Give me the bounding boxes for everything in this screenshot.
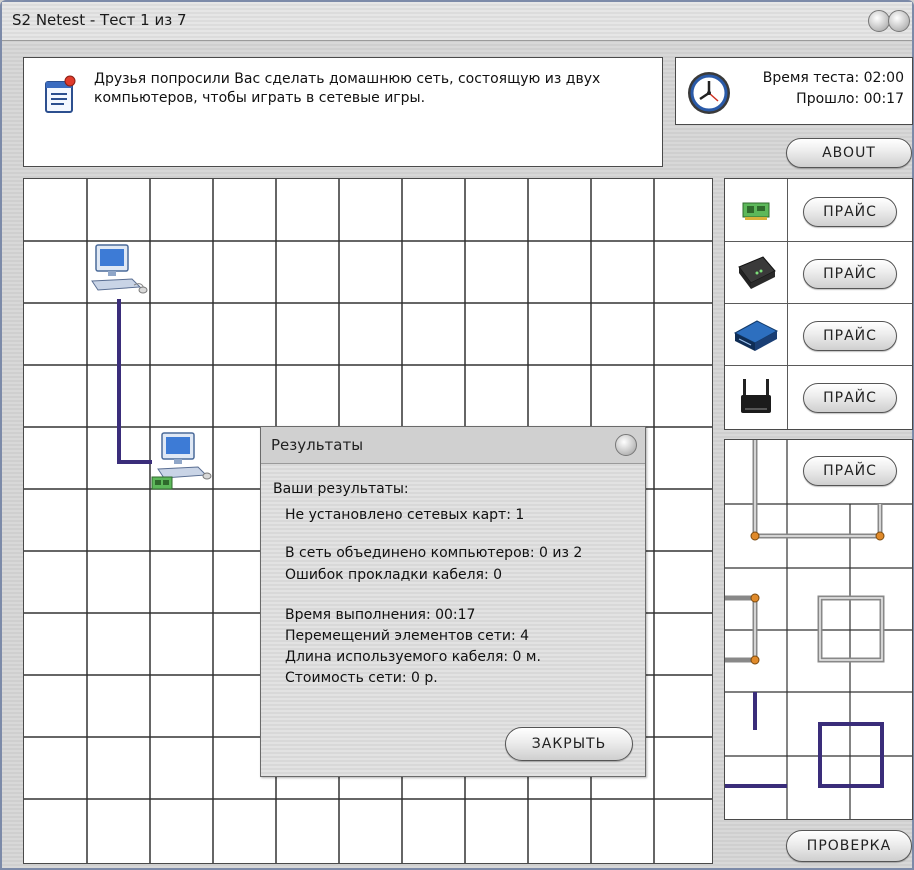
computer-2-icon[interactable] bbox=[148, 431, 212, 493]
panel-divider bbox=[787, 179, 788, 429]
switch-icon[interactable] bbox=[731, 315, 781, 355]
notepad-icon bbox=[45, 75, 76, 113]
components-panel: ПРАЙС ПРАЙС ПРАЙС ПРАЙС bbox=[724, 178, 913, 430]
result-line: Не установлено сетевых карт: 1 bbox=[285, 507, 525, 523]
price-button-network-card[interactable]: ПРАЙС bbox=[803, 197, 897, 227]
app-window: S2 Netest - Тест 1 из 7 Друзья попросили… bbox=[0, 0, 914, 870]
close-window-button[interactable] bbox=[888, 10, 910, 32]
results-dialog: Результаты Ваши результаты: Не установле… bbox=[260, 426, 646, 777]
dialog-close-icon[interactable] bbox=[615, 434, 637, 456]
wifi-router-icon[interactable] bbox=[737, 375, 775, 419]
result-line: В сеть объединено компьютеров: 0 из 2 bbox=[285, 545, 583, 561]
panel-divider bbox=[725, 303, 912, 304]
minimize-button[interactable] bbox=[868, 10, 890, 32]
title-bar: S2 Netest - Тест 1 из 7 bbox=[2, 2, 912, 41]
about-button[interactable]: ABOUT bbox=[786, 138, 912, 168]
task-panel: Друзья попросили Вас сделать домашнюю се… bbox=[23, 57, 663, 167]
result-line: Длина используемого кабеля: 0 м. bbox=[285, 649, 541, 665]
result-line: Перемещений элементов сети: 4 bbox=[285, 628, 530, 644]
computer-1-icon[interactable] bbox=[88, 243, 148, 299]
check-button[interactable]: ПРОВЕРКА bbox=[786, 830, 912, 862]
panel-divider bbox=[725, 365, 912, 366]
cables-grid bbox=[725, 440, 912, 819]
window-title: S2 Netest - Тест 1 из 7 bbox=[12, 11, 187, 29]
cables-panel: ПРАЙС bbox=[724, 439, 913, 820]
close-results-button[interactable]: ЗАКРЫТЬ bbox=[505, 727, 633, 761]
timer-panel: Время теста: 02:00 Прошло: 00:17 bbox=[675, 57, 913, 125]
panel-divider bbox=[725, 241, 912, 242]
price-button-wifi-router[interactable]: ПРАЙС bbox=[803, 383, 897, 413]
network-card-icon[interactable] bbox=[741, 199, 771, 221]
price-button-cables[interactable]: ПРАЙС bbox=[803, 456, 897, 486]
result-line: Стоимость сети: 0 р. bbox=[285, 670, 438, 686]
results-dialog-titlebar: Результаты bbox=[261, 427, 645, 464]
test-time-label: Время теста: 02:00 bbox=[762, 70, 904, 86]
modem-icon[interactable] bbox=[733, 253, 779, 293]
price-button-modem[interactable]: ПРАЙС bbox=[803, 259, 897, 289]
task-description: Друзья попросили Вас сделать домашнюю се… bbox=[94, 71, 601, 106]
result-line: Ошибок прокладки кабеля: 0 bbox=[285, 567, 503, 583]
elapsed-time-label: Прошло: 00:17 bbox=[796, 91, 904, 107]
result-line: Время выполнения: 00:17 bbox=[285, 607, 476, 623]
price-button-switch[interactable]: ПРАЙС bbox=[803, 321, 897, 351]
results-dialog-title: Результаты bbox=[271, 436, 364, 454]
results-heading: Ваши результаты: bbox=[273, 481, 409, 497]
clock-icon bbox=[688, 72, 730, 114]
